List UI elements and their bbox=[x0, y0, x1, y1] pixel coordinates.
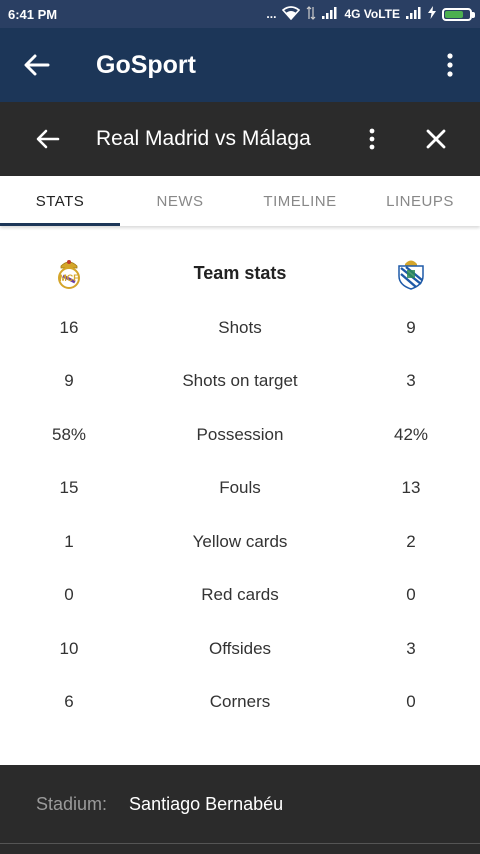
close-icon bbox=[426, 129, 446, 149]
home-value: 10 bbox=[59, 638, 79, 658]
away-value: 2 bbox=[406, 531, 416, 551]
battery-icon bbox=[442, 7, 475, 21]
home-value: 58% bbox=[51, 424, 87, 444]
stat-label: Offsides bbox=[208, 638, 272, 658]
home-value: 16 bbox=[59, 317, 79, 337]
away-value: 9 bbox=[406, 317, 416, 337]
home-value: 1 bbox=[64, 531, 74, 551]
data-transfer-icon bbox=[306, 5, 316, 23]
stat-row-offsides: 10 Offsides 3 bbox=[0, 622, 480, 676]
app-title: GoSport bbox=[96, 50, 196, 79]
status-dots: ... bbox=[266, 7, 277, 21]
away-value: 3 bbox=[406, 638, 416, 658]
home-value: 15 bbox=[59, 478, 79, 498]
arrow-back-icon bbox=[36, 129, 60, 149]
more-vert-icon bbox=[447, 53, 453, 77]
match-title: Real Madrid vs Málaga bbox=[96, 127, 311, 150]
status-bar: 6:41 PM ... 4G VoLTE bbox=[0, 0, 480, 28]
signal-icon-2 bbox=[406, 6, 422, 22]
status-time: 6:41 PM bbox=[8, 6, 58, 22]
more-vert-icon bbox=[369, 128, 375, 150]
away-value: 13 bbox=[401, 478, 421, 498]
stadium-name: Santiago Bernabéu bbox=[129, 793, 284, 814]
app-back-button[interactable] bbox=[0, 28, 74, 102]
status-icons: ... 4G VoLTE bbox=[266, 5, 475, 23]
stat-row-shots-on-target: 9 Shots on target 3 bbox=[0, 355, 480, 409]
stat-row-fouls: 15 Fouls 13 bbox=[0, 462, 480, 516]
stat-row-possession: 58% Possession 42% bbox=[0, 408, 480, 462]
match-more-button[interactable] bbox=[352, 102, 392, 176]
home-value: 0 bbox=[64, 585, 74, 605]
stadium-info: Stadium: Santiago Bernabéu bbox=[0, 765, 480, 843]
home-value: 6 bbox=[64, 692, 74, 712]
svg-text:MCF: MCF bbox=[59, 273, 79, 283]
match-close-button[interactable] bbox=[392, 102, 480, 176]
tab-lineups[interactable]: LINEUPS bbox=[360, 176, 480, 226]
malaga-crest-icon bbox=[398, 260, 424, 290]
stat-row-red-cards: 0 Red cards 0 bbox=[0, 569, 480, 623]
tab-timeline[interactable]: TIMELINE bbox=[240, 176, 360, 226]
app-bar: GoSport bbox=[0, 28, 480, 102]
away-value: 0 bbox=[406, 692, 416, 712]
stat-label: Red cards bbox=[201, 585, 279, 605]
tab-news[interactable]: NEWS bbox=[120, 176, 240, 226]
signal-icon bbox=[322, 6, 338, 22]
away-value: 42% bbox=[393, 424, 429, 444]
stat-label: Shots bbox=[218, 317, 262, 337]
stat-label: Shots on target bbox=[182, 371, 298, 391]
real-madrid-crest-icon: MCF bbox=[58, 260, 80, 289]
wifi-icon bbox=[282, 5, 301, 23]
stat-label: Yellow cards bbox=[192, 531, 288, 551]
bottom-strip bbox=[0, 843, 480, 854]
team-stats: MCF Team stats 16 Shots 9 9 Shots on tar… bbox=[0, 245, 480, 729]
network-label: 4G VoLTE bbox=[344, 7, 400, 21]
team-stats-header: MCF Team stats bbox=[0, 245, 480, 301]
app-more-button[interactable] bbox=[420, 28, 480, 102]
stat-row-shots: 16 Shots 9 bbox=[0, 301, 480, 355]
away-value: 0 bbox=[406, 585, 416, 605]
stat-label: Fouls bbox=[219, 478, 261, 498]
stat-row-corners: 6 Corners 0 bbox=[0, 676, 480, 730]
charging-icon bbox=[428, 6, 436, 22]
stat-label: Corners bbox=[209, 692, 271, 712]
stadium-label: Stadium: bbox=[36, 793, 108, 814]
home-value: 9 bbox=[64, 371, 74, 391]
tab-bar: STATS NEWS TIMELINE LINEUPS bbox=[0, 176, 480, 226]
arrow-back-icon bbox=[24, 54, 50, 76]
stat-row-yellow-cards: 1 Yellow cards 2 bbox=[0, 515, 480, 569]
away-value: 3 bbox=[406, 371, 416, 391]
tab-stats[interactable]: STATS bbox=[0, 176, 120, 226]
team-stats-title: Team stats bbox=[193, 262, 287, 283]
match-back-button[interactable] bbox=[0, 102, 96, 176]
match-header: Real Madrid vs Málaga bbox=[0, 102, 480, 176]
stat-label: Possession bbox=[196, 424, 284, 444]
